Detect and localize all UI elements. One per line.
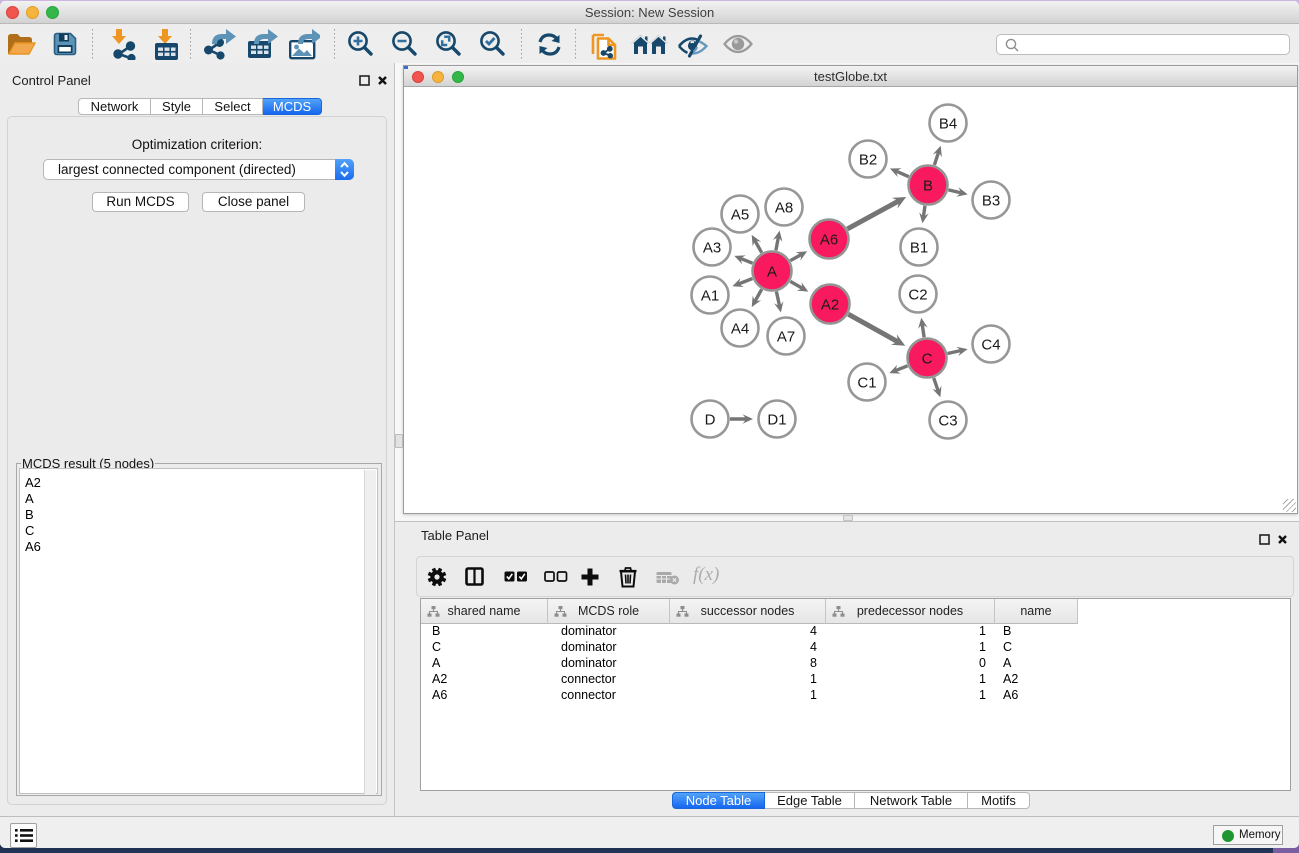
svg-text:D1: D1 bbox=[767, 412, 786, 429]
svg-text:A1: A1 bbox=[701, 288, 719, 305]
svg-text:C: C bbox=[922, 351, 933, 368]
svg-text:B2: B2 bbox=[859, 152, 877, 169]
svg-text:A2: A2 bbox=[821, 297, 839, 314]
svg-text:C4: C4 bbox=[981, 337, 1000, 354]
svg-text:C1: C1 bbox=[857, 375, 876, 392]
svg-text:B4: B4 bbox=[939, 116, 957, 133]
svg-text:B: B bbox=[923, 178, 933, 195]
svg-text:A8: A8 bbox=[775, 200, 793, 217]
svg-text:B3: B3 bbox=[982, 193, 1000, 210]
svg-text:D: D bbox=[705, 412, 716, 429]
svg-text:A4: A4 bbox=[731, 321, 749, 338]
svg-text:A5: A5 bbox=[731, 207, 749, 224]
svg-text:A6: A6 bbox=[820, 232, 838, 249]
svg-text:B1: B1 bbox=[910, 240, 928, 257]
svg-text:A3: A3 bbox=[703, 240, 721, 257]
svg-text:C3: C3 bbox=[938, 413, 957, 430]
svg-text:C2: C2 bbox=[908, 287, 927, 304]
svg-text:A7: A7 bbox=[777, 329, 795, 346]
svg-text:A: A bbox=[767, 264, 777, 281]
